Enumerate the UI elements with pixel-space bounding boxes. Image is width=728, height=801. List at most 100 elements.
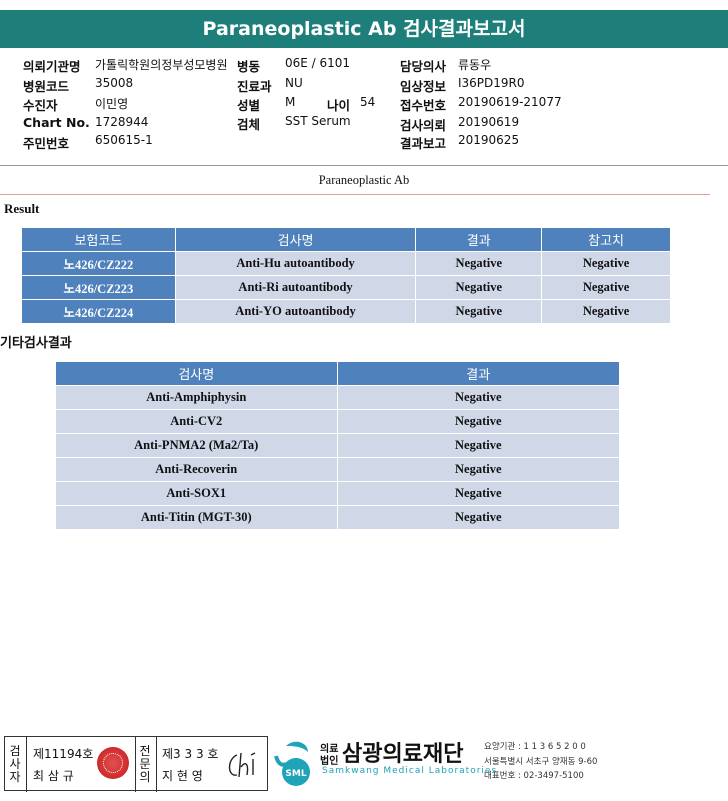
chart-value: 1728944: [95, 115, 149, 129]
test-name-cell: Anti-Titin (MGT-30): [55, 505, 338, 530]
dept-value: NU: [285, 76, 303, 90]
specialist-label-3: 의: [139, 770, 151, 784]
chart-label: Chart No.: [23, 115, 90, 130]
hospital-value: 가톨릭학원의정부성모병원: [95, 58, 228, 72]
doctor-label: 담당의사: [400, 59, 447, 74]
table-row: Anti-PNMA2 (Ma2/Ta) Negative: [55, 433, 621, 458]
request-date-value: 20190619: [458, 115, 520, 129]
result-cell: Negative: [336, 481, 621, 506]
test-name-cell: Anti-PNMA2 (Ma2/Ta): [55, 433, 338, 458]
divider-accent: [0, 194, 710, 195]
examiner-license: 제11194호: [33, 747, 94, 761]
table-header-row: 보험코드 검사명 결과 참고치: [21, 227, 671, 252]
header-test-name: 검사명: [55, 361, 338, 386]
signature-icon: [228, 752, 256, 778]
specimen-label: 검체: [237, 117, 261, 132]
org-address: 서울특별시 서초구 양재동 9-60: [484, 757, 598, 767]
sml-logo-icon: SML: [274, 741, 310, 786]
table-row: Anti-SOX1 Negative: [55, 481, 621, 506]
table-row: 노426/CZ224 Anti-YO autoantibody Negative…: [21, 299, 671, 324]
reference-cell: Negative: [541, 251, 671, 276]
ward-value: 06E / 6101: [285, 56, 351, 70]
org-phone: 대표번호 : 02-3497-5100: [484, 771, 584, 781]
dept-label: 진료과: [237, 79, 272, 94]
report-footer: 검 사 자 제11194호 최 삼 규 전 문 의 제3 3 3 호 지 현 영…: [0, 736, 728, 794]
test-name-cell: Anti-SOX1: [55, 481, 338, 506]
result-cell: Negative: [415, 299, 543, 324]
header-test-name: 검사명: [174, 227, 417, 252]
specialist-license: 제3 3 3 호: [162, 747, 219, 761]
header-result: 결과: [415, 227, 543, 252]
other-results-label: 기타검사결과: [0, 336, 72, 351]
hospital-label: 의뢰기관명: [23, 59, 81, 74]
result-cell: Negative: [415, 275, 543, 300]
table-row: 노426/CZ222 Anti-Hu autoantibody Negative…: [21, 251, 671, 276]
org-english-name: Samkwang Medical Laboratories: [322, 766, 498, 776]
hospital-code-value: 35008: [95, 76, 134, 90]
result-cell: Negative: [336, 385, 621, 410]
hospital-code-label: 병원코드: [23, 79, 70, 94]
test-name-cell: Anti-Hu autoantibody: [174, 251, 417, 276]
patient-info: 의뢰기관명 가톨릭학원의정부성모병원 병동 06E / 6101 담당의사 류동…: [0, 56, 728, 156]
age-value: 54: [360, 95, 376, 109]
other-results-table: 검사명 결과 Anti-Amphiphysin Negative Anti-CV…: [55, 361, 621, 530]
clinical-value: I36PD19R0: [458, 76, 525, 90]
reference-cell: Negative: [541, 275, 671, 300]
header-insurance-code: 보험코드: [21, 227, 176, 252]
svg-text:SML: SML: [285, 769, 306, 779]
test-name-cell: Anti-Amphiphysin: [55, 385, 338, 410]
result-cell: Negative: [336, 457, 621, 482]
report-title: Paraneoplastic Ab 검사결과보고서: [0, 10, 728, 48]
test-name-cell: Anti-Ri autoantibody: [174, 275, 417, 300]
examiner-label-3: 자: [9, 770, 21, 784]
test-name-cell: Anti-YO autoantibody: [174, 299, 417, 324]
clinical-label: 임상정보: [400, 79, 447, 94]
table-row: Anti-CV2 Negative: [55, 409, 621, 434]
patient-name-label: 수진자: [23, 98, 58, 113]
org-type-2: 법인: [320, 756, 339, 767]
test-name-cell: Anti-CV2: [55, 409, 338, 434]
section-title: Paraneoplastic Ab: [318, 173, 410, 187]
table-row: Anti-Amphiphysin Negative: [55, 385, 621, 410]
sex-label: 성별: [237, 98, 261, 113]
patient-name-value: 이민영: [95, 97, 129, 111]
age-label: 나이: [327, 98, 351, 113]
result-cell: Negative: [336, 505, 621, 530]
specialist-name: 지 현 영: [162, 769, 203, 783]
insurance-code-cell: 노426/CZ222: [21, 251, 176, 276]
reference-cell: Negative: [541, 299, 671, 324]
divider: [26, 737, 27, 792]
rrn-label: 주민번호: [23, 136, 70, 151]
specimen-value: SST Serum: [285, 114, 351, 128]
report-date-value: 20190625: [458, 133, 520, 147]
org-id: 요양기관 : 1 1 3 6 5 2 0 0: [484, 742, 586, 752]
rrn-value: 650615-1: [95, 133, 153, 147]
accession-value: 20190619-21077: [458, 95, 562, 109]
divider: [156, 737, 157, 792]
result-table: 보험코드 검사명 결과 참고치 노426/CZ222 Anti-Hu autoa…: [21, 227, 671, 324]
ward-label: 병동: [237, 59, 261, 74]
examiner-seal: [97, 747, 129, 779]
result-cell: Negative: [415, 251, 543, 276]
org-name: 삼광의료재단: [342, 742, 464, 767]
result-cell: Negative: [336, 409, 621, 434]
result-cell: Negative: [336, 433, 621, 458]
table-row: Anti-Titin (MGT-30) Negative: [55, 505, 621, 530]
report-label: 결과보고: [400, 136, 447, 151]
header-result: 결과: [336, 361, 621, 386]
test-name-cell: Anti-Recoverin: [55, 457, 338, 482]
divider: [135, 737, 136, 792]
table-row: 노426/CZ223 Anti-Ri autoantibody Negative…: [21, 275, 671, 300]
table-header-row: 검사명 결과: [55, 361, 621, 386]
signature-box: 검 사 자 제11194호 최 삼 규 전 문 의 제3 3 3 호 지 현 영: [4, 736, 268, 792]
insurance-code-cell: 노426/CZ223: [21, 275, 176, 300]
sex-value: M: [285, 95, 296, 109]
header-reference: 참고치: [541, 227, 671, 252]
insurance-code-cell: 노426/CZ224: [21, 299, 176, 324]
accession-label: 접수번호: [400, 98, 447, 113]
doctor-value: 류동우: [458, 58, 492, 72]
request-label: 검사의뢰: [400, 118, 447, 133]
table-row: Anti-Recoverin Negative: [55, 457, 621, 482]
examiner-name: 최 삼 규: [33, 769, 74, 783]
result-label: Result: [4, 201, 40, 216]
